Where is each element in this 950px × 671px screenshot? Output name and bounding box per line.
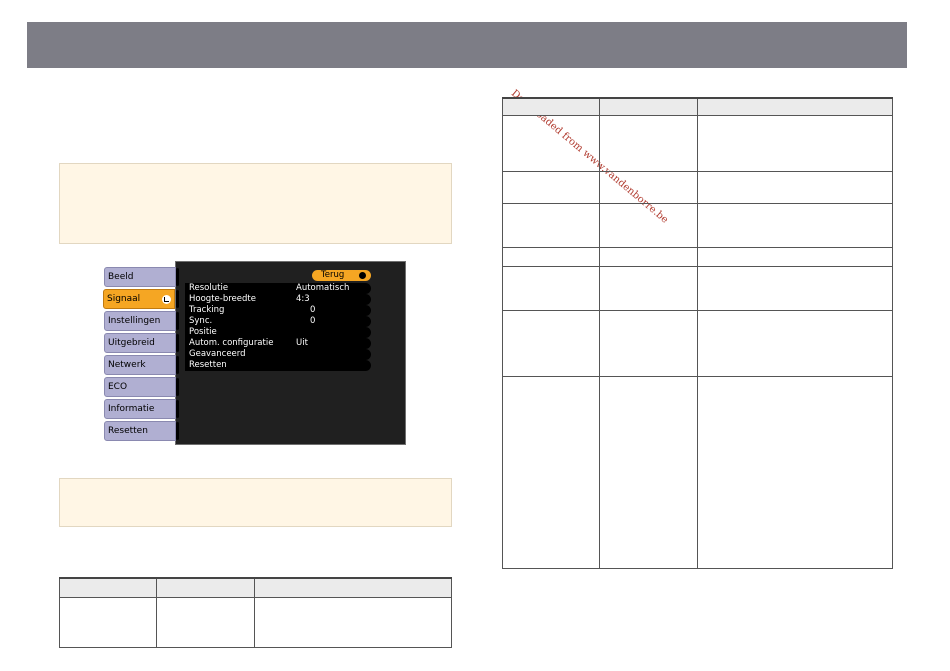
table-row bbox=[502, 265, 893, 311]
table-cell bbox=[599, 309, 698, 377]
table-cell bbox=[599, 265, 698, 311]
table-cell bbox=[502, 114, 600, 172]
tab-label: Beeld bbox=[108, 272, 134, 282]
menu-item-label: Tracking bbox=[189, 305, 225, 315]
menu-item-label: Autom. configuratie bbox=[189, 338, 274, 348]
menu-item-autom-configuratie[interactable]: Autom. configuratie Uit bbox=[185, 338, 371, 349]
menu-item-label: Resetten bbox=[189, 360, 227, 370]
table-header-cell bbox=[254, 577, 452, 598]
page-header-bar bbox=[27, 22, 907, 68]
table-cell bbox=[697, 170, 893, 204]
table-header-cell bbox=[156, 577, 255, 598]
enter-icon bbox=[162, 295, 171, 304]
table-cell bbox=[599, 246, 698, 267]
table-cell bbox=[599, 202, 698, 248]
menu-item-label: Hoogte-breedte bbox=[189, 294, 256, 304]
table-row bbox=[502, 246, 893, 267]
menu-item-value: 4:3 bbox=[296, 294, 310, 304]
tab-label: ECO bbox=[108, 382, 128, 392]
note-box bbox=[59, 478, 452, 527]
table-cell bbox=[502, 265, 600, 311]
menu-item-label: Sync. bbox=[189, 316, 213, 326]
back-button[interactable]: Terug bbox=[312, 270, 371, 281]
tab-separator bbox=[176, 378, 179, 396]
table-cell bbox=[502, 309, 600, 377]
projector-menu-screenshot: Beeld Signaal Instellingen Uitgebreid Ne… bbox=[101, 260, 406, 446]
table-row bbox=[502, 309, 893, 377]
menu-item-positie[interactable]: Positie bbox=[185, 327, 371, 338]
table-cell bbox=[502, 246, 600, 267]
table-header-cell bbox=[59, 577, 157, 598]
settings-table bbox=[502, 97, 893, 569]
menu-item-sync[interactable]: Sync. 0 bbox=[185, 316, 371, 327]
table-header-row bbox=[59, 577, 452, 598]
tab-label: Instellingen bbox=[108, 316, 161, 326]
tab-eco[interactable]: ECO bbox=[104, 377, 176, 397]
table-cell bbox=[502, 375, 600, 569]
table-row bbox=[502, 375, 893, 569]
table-cell bbox=[697, 246, 893, 267]
table-row bbox=[502, 170, 893, 204]
table-cell bbox=[697, 114, 893, 172]
table-header-cell bbox=[502, 97, 600, 116]
table-cell bbox=[697, 375, 893, 569]
table-cell bbox=[599, 114, 698, 172]
menu-item-value: Uit bbox=[296, 338, 308, 348]
table-cell bbox=[697, 265, 893, 311]
menu-item-value: 0 bbox=[310, 316, 316, 326]
tab-resetten[interactable]: Resetten bbox=[104, 421, 176, 441]
tab-signaal[interactable]: Signaal bbox=[103, 289, 175, 309]
table-cell bbox=[599, 375, 698, 569]
menu-item-resetten[interactable]: Resetten bbox=[185, 360, 371, 371]
table-cell bbox=[697, 309, 893, 377]
table-row bbox=[59, 596, 452, 648]
tab-separator bbox=[176, 312, 179, 330]
menu-item-resolutie[interactable]: Resolutie Automatisch bbox=[185, 283, 371, 294]
menu-item-hoogte-breedte[interactable]: Hoogte-breedte 4:3 bbox=[185, 294, 371, 305]
menu-item-label: Resolutie bbox=[189, 283, 229, 293]
table-cell bbox=[599, 170, 698, 204]
tab-beeld[interactable]: Beeld bbox=[104, 267, 176, 287]
tab-label: Netwerk bbox=[108, 360, 146, 370]
tab-separator bbox=[176, 268, 179, 286]
enter-icon bbox=[359, 272, 366, 279]
tab-separator bbox=[176, 400, 179, 418]
table-cell bbox=[254, 596, 452, 648]
table-cell bbox=[502, 202, 600, 248]
settings-table bbox=[59, 577, 452, 648]
tab-separator bbox=[176, 356, 179, 374]
tab-instellingen[interactable]: Instellingen bbox=[104, 311, 176, 331]
menu-item-geavanceerd[interactable]: Geavanceerd bbox=[185, 349, 371, 360]
table-cell bbox=[502, 170, 600, 204]
tab-label: Signaal bbox=[107, 294, 141, 304]
menu-item-value: 0 bbox=[310, 305, 316, 315]
menu-item-label: Geavanceerd bbox=[189, 349, 246, 359]
note-box bbox=[59, 163, 452, 244]
tab-separator bbox=[176, 422, 179, 440]
tab-uitgebreid[interactable]: Uitgebreid bbox=[104, 333, 176, 353]
tab-separator bbox=[176, 334, 179, 352]
tab-label: Uitgebreid bbox=[108, 338, 155, 348]
menu-item-label: Positie bbox=[189, 327, 217, 337]
tab-netwerk[interactable]: Netwerk bbox=[104, 355, 176, 375]
table-header-cell bbox=[697, 97, 893, 116]
table-row bbox=[502, 114, 893, 172]
tab-separator bbox=[176, 290, 179, 308]
tab-informatie[interactable]: Informatie bbox=[104, 399, 176, 419]
tab-label: Informatie bbox=[108, 404, 155, 414]
menu-item-tracking[interactable]: Tracking 0 bbox=[185, 305, 371, 316]
back-label: Terug bbox=[321, 270, 345, 280]
table-cell bbox=[156, 596, 255, 648]
table-row bbox=[502, 202, 893, 248]
table-header-cell bbox=[599, 97, 698, 116]
menu-item-value: Automatisch bbox=[296, 283, 350, 293]
tab-label: Resetten bbox=[108, 426, 148, 436]
table-cell bbox=[59, 596, 157, 648]
table-header-row bbox=[502, 97, 893, 116]
table-cell bbox=[697, 202, 893, 248]
